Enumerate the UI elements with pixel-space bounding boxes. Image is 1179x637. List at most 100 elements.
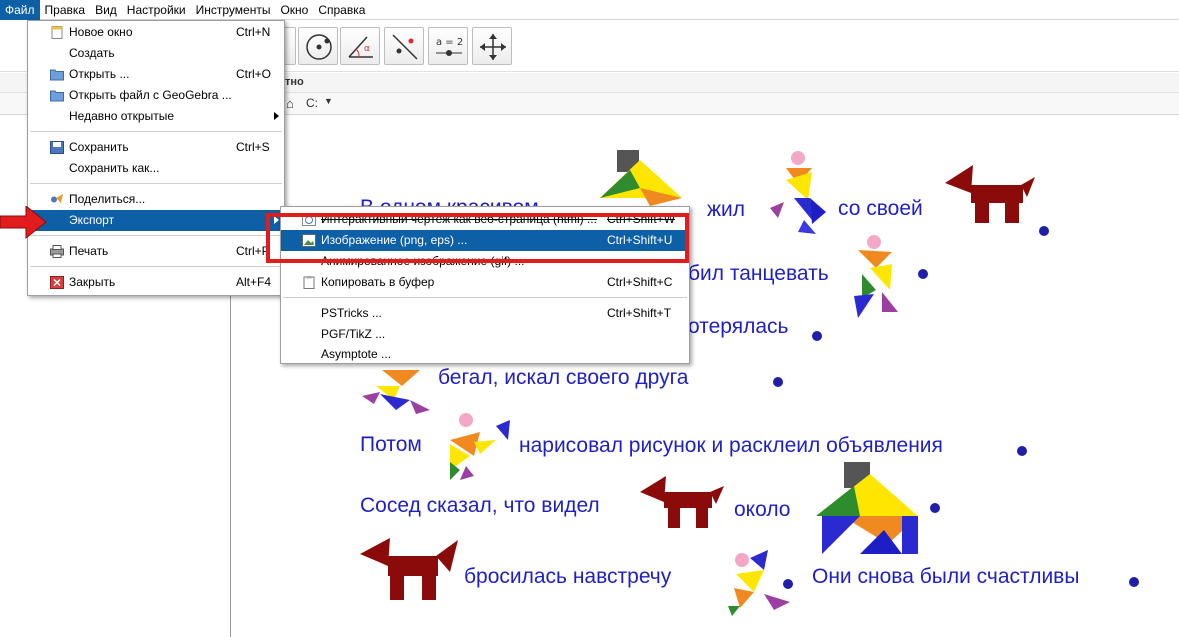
- menu-item-save-as[interactable]: Сохранить как...: [28, 158, 284, 179]
- menu-item-new-window[interactable]: Новое окно Ctrl+N: [28, 22, 284, 43]
- story-line-5b: нарисовал рисунок и расклеил объявления: [519, 434, 943, 457]
- story-line-6b: около: [734, 498, 791, 521]
- highlight-box-annotation: [266, 213, 689, 263]
- menu-item-label: Экспорт: [69, 213, 115, 227]
- move-graphics-tool-button[interactable]: [472, 27, 512, 65]
- menu-item-print[interactable]: Печать Ctrl+P: [28, 241, 284, 262]
- point-dot[interactable]: [918, 269, 928, 279]
- save-icon: [50, 141, 64, 154]
- menu-divider: [30, 266, 282, 267]
- tangram-running-boy-image: [362, 370, 430, 414]
- tangram-dog-image: [640, 476, 724, 528]
- menu-item-share[interactable]: Поделиться...: [28, 189, 284, 210]
- file-menu-dropdown: Новое окно Ctrl+N Создать Открыть ... Ct…: [27, 20, 285, 296]
- menu-item-label: Печать: [69, 244, 109, 258]
- menu-item-label: PSTricks ...: [321, 306, 382, 320]
- print-icon: [50, 245, 64, 258]
- circle-tool-button[interactable]: [298, 27, 338, 65]
- angle-tool-icon: α: [348, 36, 373, 58]
- menu-item-copy-clipboard[interactable]: Копировать в буфер Ctrl+Shift+C: [281, 272, 689, 293]
- menu-item-label: Новое окно: [69, 25, 133, 39]
- menu-divider: [30, 235, 282, 236]
- menu-help[interactable]: Справка: [313, 0, 370, 20]
- menu-item-recent[interactable]: Недавно открытые: [28, 106, 284, 127]
- chevron-down-icon[interactable]: ▼: [324, 96, 333, 106]
- menu-item-label: Сохранить как...: [69, 161, 160, 175]
- svg-text:α: α: [364, 44, 370, 54]
- share-icon: [51, 194, 63, 203]
- point-dot[interactable]: [1129, 577, 1139, 587]
- menu-settings[interactable]: Настройки: [122, 0, 191, 20]
- menu-edit[interactable]: Правка: [40, 0, 91, 20]
- shortcut-label: Ctrl+Shift+C: [607, 275, 673, 289]
- perspective-label: тно: [285, 76, 304, 88]
- point-dot[interactable]: [773, 377, 783, 387]
- menu-item-create[interactable]: Создать: [28, 43, 284, 64]
- menu-item-label: Asymptote ...: [321, 347, 392, 361]
- circle-tool-icon: [306, 34, 332, 60]
- point-dot[interactable]: [930, 503, 940, 513]
- menu-item-label: Поделиться...: [69, 192, 146, 206]
- submenu-arrow-icon: [274, 112, 279, 120]
- shortcut-label: Ctrl+O: [236, 67, 272, 81]
- menu-bar: Файл Правка Вид Настройки Инструменты Ок…: [0, 0, 1179, 20]
- tangram-dog-image: [360, 538, 458, 600]
- shortcut-label: Ctrl+Shift+T: [607, 306, 672, 320]
- point-dot[interactable]: [812, 331, 822, 341]
- menu-item-label: Закрыть: [69, 275, 116, 289]
- reflect-tool-button[interactable]: [384, 27, 424, 65]
- story-line-7a: бросилась навстречу: [464, 565, 672, 588]
- menu-item-asymptote[interactable]: Asymptote ...: [281, 345, 689, 364]
- slider-tool-icon: a = 2: [436, 37, 463, 56]
- menu-view[interactable]: Вид: [90, 0, 122, 20]
- menu-divider: [30, 131, 282, 132]
- point-dot[interactable]: [1039, 226, 1049, 236]
- menu-item-pstricks[interactable]: PSTricks ... Ctrl+Shift+T: [281, 303, 689, 324]
- angle-tool-button[interactable]: α: [340, 27, 380, 65]
- menu-divider: [30, 183, 282, 184]
- menu-item-save[interactable]: Сохранить Ctrl+S: [28, 137, 284, 158]
- menu-window[interactable]: Окно: [275, 0, 313, 20]
- story-line-2: бил танцевать: [688, 262, 829, 285]
- menu-divider: [283, 297, 687, 298]
- tangram-dancer-image: [854, 235, 898, 318]
- home-icon[interactable]: ⌂: [286, 96, 294, 111]
- menu-item-label: Недавно открытые: [69, 109, 175, 123]
- menu-tools[interactable]: Инструменты: [191, 0, 276, 20]
- close-icon: [50, 276, 64, 289]
- menu-file[interactable]: Файл: [0, 0, 40, 20]
- shortcut-label: Ctrl+P: [236, 244, 270, 258]
- story-line-7b: Они снова были счастливы: [812, 565, 1080, 588]
- shortcut-label: Alt+F4: [236, 275, 272, 289]
- menu-item-pgf-tikz[interactable]: PGF/TikZ ...: [281, 324, 689, 345]
- folder-icon: [50, 69, 64, 81]
- tangram-house-image: [816, 462, 918, 554]
- move-arrows-icon: [480, 34, 506, 60]
- menu-item-label: Открыть ...: [69, 67, 130, 81]
- menu-item-label: Открыть файл с GeoGebra ...: [69, 88, 232, 102]
- menu-item-label: Сохранить: [69, 140, 129, 154]
- menu-item-close[interactable]: Закрыть Alt+F4: [28, 272, 284, 293]
- tangram-dog-image: [945, 165, 1035, 223]
- tangram-running-boy-image: [728, 550, 790, 616]
- menu-item-open-geogebra[interactable]: Открыть файл с GeoGebra ...: [28, 85, 284, 106]
- story-line-4: бегал, искал своего друга: [438, 366, 689, 389]
- shortcut-label: Ctrl+N: [236, 25, 271, 39]
- story-line-3: отерялась: [688, 315, 789, 338]
- drive-selector[interactable]: C:: [306, 96, 318, 110]
- story-line-5a: Потом: [360, 433, 422, 456]
- reflect-tool-icon: [392, 34, 418, 60]
- story-line-6a: Сосед сказал, что видел: [360, 494, 600, 517]
- red-arrow-icon: [0, 206, 47, 240]
- shortcut-label: Ctrl+S: [236, 140, 270, 154]
- menu-item-label: PGF/TikZ ...: [321, 327, 386, 341]
- tangram-house-image: [600, 150, 682, 206]
- menu-item-open[interactable]: Открыть ... Ctrl+O: [28, 64, 284, 85]
- menu-item-label: Создать: [69, 46, 115, 60]
- new-window-icon: [51, 26, 63, 39]
- point-dot[interactable]: [1017, 446, 1027, 456]
- tangram-drawing-boy-image: [450, 413, 510, 480]
- slider-tool-button[interactable]: a = 2: [428, 27, 468, 65]
- story-line-1c: со своей: [838, 197, 923, 220]
- menu-item-export[interactable]: Экспорт: [28, 210, 284, 231]
